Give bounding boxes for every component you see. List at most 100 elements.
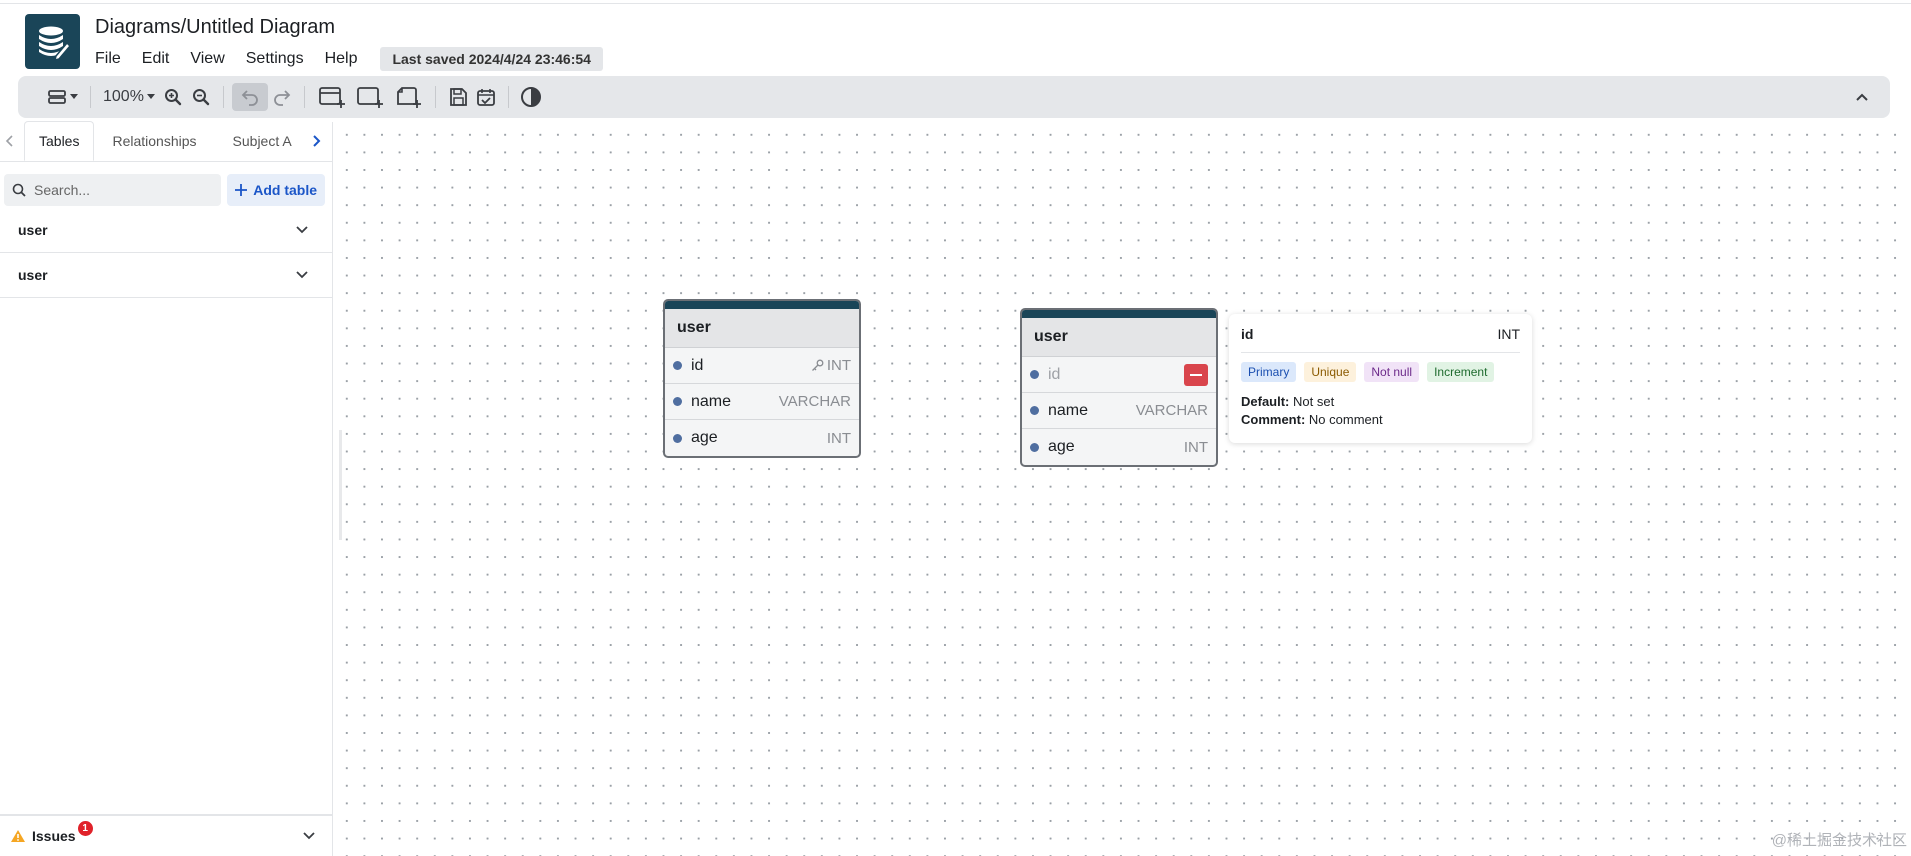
field-handle[interactable] — [673, 397, 682, 406]
layout-menu-button[interactable] — [44, 83, 82, 111]
add-area-button[interactable] — [351, 83, 389, 111]
table-field[interactable]: age INT — [665, 420, 859, 456]
watermark: @稀土掘金技术社区 — [1771, 832, 1907, 849]
app-logo-icon[interactable] — [25, 14, 80, 69]
field-handle[interactable] — [673, 361, 682, 370]
delete-field-button[interactable] — [1184, 363, 1208, 386]
field-name: name — [691, 392, 732, 410]
app-header: Diagrams/Untitled Diagram File Edit View… — [0, 5, 1911, 75]
issues-label: Issues — [32, 828, 76, 844]
table-list: user user — [0, 208, 332, 298]
todo-button[interactable] — [472, 83, 500, 111]
redo-button[interactable] — [268, 83, 296, 111]
table-header[interactable]: user — [1022, 318, 1216, 357]
toolbar-divider — [222, 86, 224, 108]
add-table-label: Add table — [253, 182, 317, 198]
tabs-scroll-right-icon[interactable] — [312, 132, 322, 153]
default-value: Not set — [1293, 394, 1335, 409]
minus-icon — [1190, 373, 1202, 376]
search-input[interactable] — [34, 182, 194, 198]
tab-subject-areas[interactable]: Subject A — [211, 121, 306, 161]
save-icon — [450, 88, 467, 106]
tabs-scroll-left-icon[interactable] — [4, 132, 14, 153]
default-label: Default: — [1241, 394, 1290, 409]
zoom-out-button[interactable] — [187, 83, 215, 111]
plus-icon — [235, 184, 248, 196]
table-list-item-label: user — [18, 267, 48, 283]
add-note-button[interactable] — [389, 83, 427, 111]
default-row: Default: Not set — [1241, 394, 1520, 409]
sidebar-resize-handle[interactable] — [339, 430, 342, 540]
issues-count-badge: 1 — [77, 820, 93, 836]
entity-table[interactable]: user id INT name VARCHAR age INT — [663, 299, 861, 458]
top-border — [0, 0, 1911, 4]
zoom-in-button[interactable] — [159, 83, 187, 111]
tab-relationships[interactable]: Relationships — [94, 121, 210, 161]
zoom-level: 100% — [103, 88, 144, 105]
theme-icon — [520, 87, 541, 107]
field-type-label: VARCHAR — [778, 393, 851, 410]
sidebar-tabs: Tables Relationships Subject A — [0, 121, 332, 162]
toolbar: 100% — [18, 76, 1890, 118]
caret-down-icon — [146, 94, 155, 99]
menu-help[interactable]: Help — [325, 50, 358, 68]
add-table-button[interactable] — [313, 83, 351, 111]
field-details-popover: id INT Primary Unique Not null Increment… — [1229, 314, 1532, 443]
table-list-item[interactable]: user — [0, 253, 332, 298]
field-name: id — [691, 356, 704, 374]
collapse-toolbar-button[interactable] — [1848, 83, 1876, 111]
add-table-button[interactable]: Add table — [227, 174, 325, 206]
field-handle[interactable] — [1030, 442, 1039, 452]
field-handle[interactable] — [673, 433, 682, 443]
zoom-out-icon — [192, 89, 210, 106]
toolbar-divider — [507, 86, 509, 108]
entity-table[interactable]: user id name VARCHAR age INT — [1020, 308, 1218, 467]
popover-header: id INT — [1241, 326, 1520, 353]
menu-file[interactable]: File — [95, 50, 121, 68]
zoom-select[interactable]: 100% — [99, 88, 159, 106]
field-name: id — [1048, 365, 1061, 383]
field-handle[interactable] — [1030, 370, 1039, 379]
chevron-down-icon — [296, 226, 308, 234]
comment-label: Comment: — [1241, 412, 1306, 427]
diagram-canvas[interactable] — [334, 122, 1911, 856]
toolbar-divider — [434, 86, 436, 108]
diagram-title[interactable]: Diagrams/Untitled Diagram — [95, 16, 335, 39]
search-icon — [12, 183, 26, 197]
search-row: Add table — [0, 162, 332, 206]
undo-button[interactable] — [231, 83, 268, 111]
field-handle[interactable] — [1030, 406, 1039, 415]
table-field[interactable]: id — [1022, 357, 1216, 393]
table-field[interactable]: name VARCHAR — [665, 384, 859, 420]
add-table-icon — [319, 87, 345, 108]
issues-panel[interactable]: Issues 1 — [0, 814, 333, 856]
field-type-label: INT — [826, 357, 851, 374]
field-name: name — [1048, 401, 1089, 419]
table-field[interactable]: age INT — [1022, 429, 1216, 465]
table-header[interactable]: user — [665, 309, 859, 348]
sidebar: Tables Relationships Subject A Add table… — [0, 121, 333, 856]
popover-field-name: id — [1241, 326, 1254, 342]
tag-unique: Unique — [1304, 362, 1357, 382]
toolbar-divider — [90, 86, 91, 108]
add-note-icon — [397, 87, 421, 108]
menu-edit[interactable]: Edit — [142, 50, 170, 68]
menu-view[interactable]: View — [190, 50, 224, 68]
tag-not-null: Not null — [1364, 362, 1420, 382]
toolbar-divider — [303, 86, 305, 108]
last-saved-badge: Last saved 2024/4/24 23:46:54 — [380, 47, 603, 71]
layout-icon — [48, 90, 66, 104]
theme-toggle-button[interactable] — [517, 83, 545, 111]
table-list-item[interactable]: user — [0, 208, 332, 253]
popover-field-type: INT — [1497, 326, 1520, 342]
tab-tables[interactable]: Tables — [24, 121, 95, 161]
table-field[interactable]: name VARCHAR — [1022, 393, 1216, 429]
table-field[interactable]: id INT — [665, 348, 859, 384]
field-type-label: VARCHAR — [1135, 402, 1208, 419]
field-type-label: INT — [1183, 438, 1208, 456]
menu-settings[interactable]: Settings — [246, 50, 304, 68]
save-button[interactable] — [444, 83, 472, 111]
field-name: age — [691, 429, 718, 446]
key-icon — [811, 359, 824, 371]
undo-icon — [241, 90, 258, 106]
